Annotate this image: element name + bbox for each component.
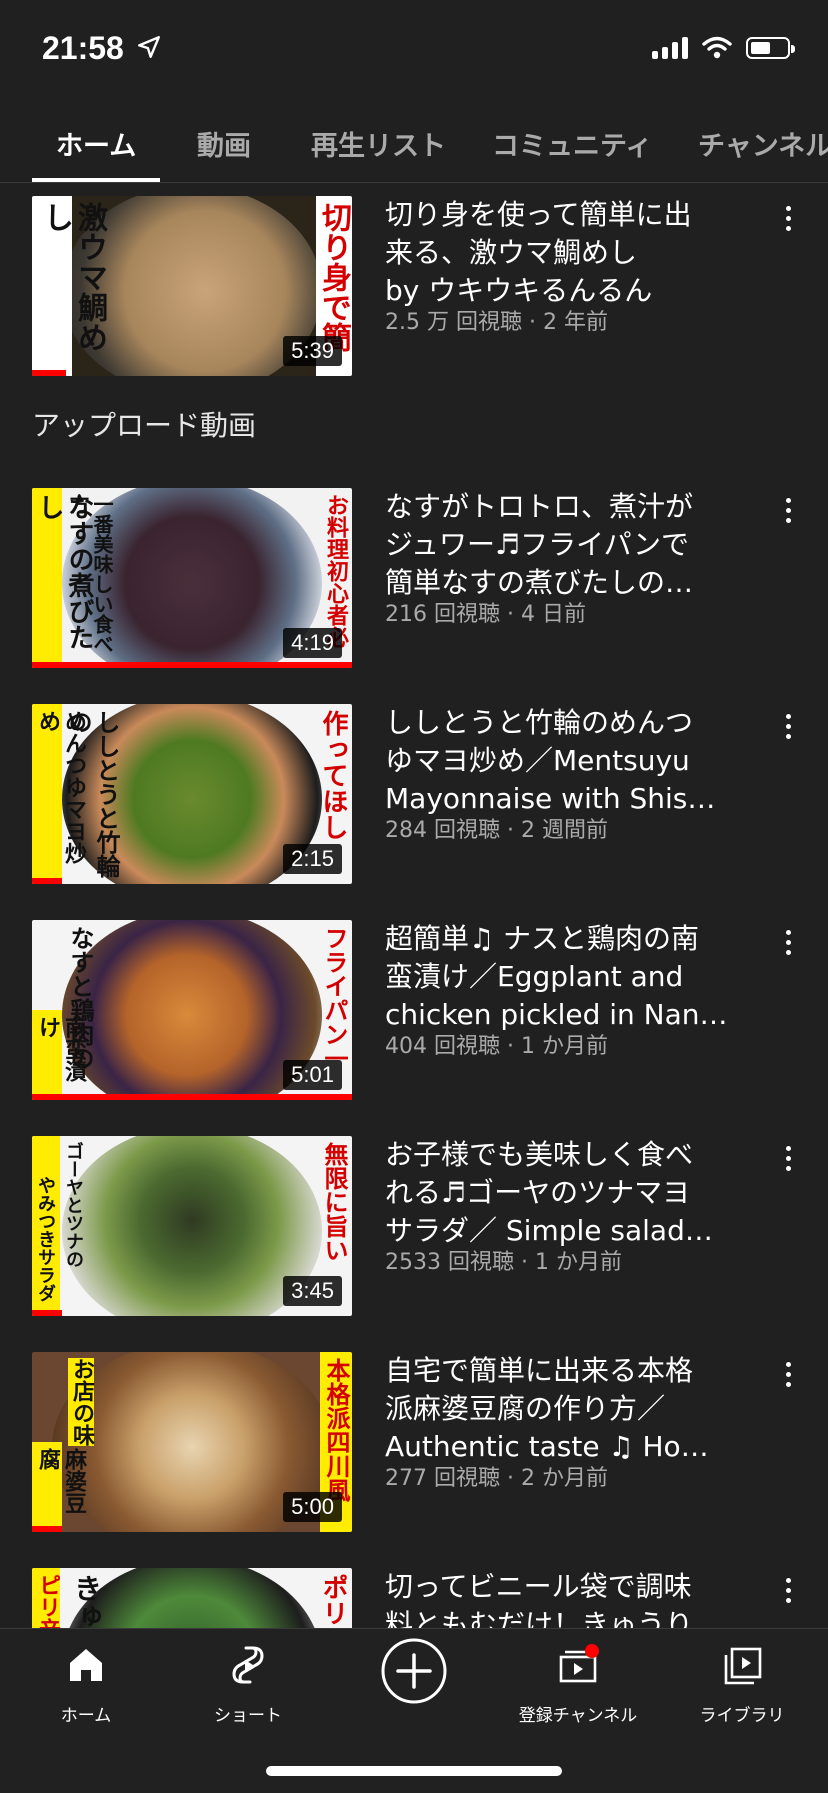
thumb-right-text: 本格派四川風 (322, 1358, 350, 1502)
thumb-left-subtext: なすと鶏肉の (66, 926, 94, 1070)
video-title[interactable]: 切り身を使って簡単に出 来る、激ウマ鯛めし by ウキウキるんるん (385, 196, 755, 310)
video-item[interactable]: なすの煮びたし 一番美味しい食べ方 お料理初心者必 4:19 なすがトロトロ、煮… (0, 488, 828, 668)
nav-label: ライブラリ (699, 1706, 785, 1726)
thumb-right-text: 切り身で簡 (316, 202, 351, 352)
video-duration: 3:45 (283, 1276, 342, 1306)
notification-dot (585, 1644, 599, 1658)
watch-progress-bar (32, 370, 66, 376)
thumb-right-text: お料理初心者必 (323, 494, 348, 648)
video-meta: 284 回視聴 · 2 週間前 (385, 818, 608, 843)
video-item[interactable]: やみつきサラダ ゴーヤとツナの 無限に旨い 3:45 お子様でも美味しく食べ れ… (0, 1136, 828, 1316)
thumb-right-text: フライパン一 (320, 926, 348, 1070)
tab-videos[interactable]: 動画 (197, 124, 251, 163)
more-options-icon[interactable] (778, 1146, 798, 1176)
library-icon (724, 1647, 762, 1685)
more-options-icon[interactable] (778, 498, 798, 528)
video-thumbnail[interactable]: 南蛮漬け なすと鶏肉の フライパン一 5:01 (32, 920, 352, 1100)
video-duration: 5:39 (283, 336, 342, 366)
video-thumbnail[interactable]: ピリ辛 きゅ ポリ (32, 1568, 352, 1628)
video-meta: 2533 回視聴 · 1 か月前 (385, 1250, 622, 1275)
watch-progress-bar (32, 878, 62, 884)
video-duration: 5:00 (283, 1492, 342, 1522)
video-meta: 216 回視聴 · 4 日前 (385, 602, 586, 627)
thumb-left-subtext: ししとうと竹輪の (64, 710, 120, 878)
video-thumbnail[interactable]: めんつゆマヨ炒め ししとうと竹輪の 作ってほし 2:15 (32, 704, 352, 884)
tab-community[interactable]: コミュニティ (492, 124, 652, 163)
featured-video[interactable]: 激ウマ鯛めし 切り身で簡 5:39 切り身を使って簡単に出 来る、激ウマ鯛めし … (0, 196, 828, 376)
watch-progress-bar (32, 1310, 62, 1316)
watch-progress-bar (32, 1094, 352, 1100)
nav-home[interactable]: ホーム (16, 1643, 156, 1726)
more-options-icon[interactable] (778, 1362, 798, 1392)
shorts-icon (232, 1646, 264, 1684)
nav-library[interactable]: ライブラリ (672, 1643, 812, 1726)
video-title[interactable]: ししとうと竹輪のめんつ ゆマヨ炒め／Mentsuyu Mayonnaise wi… (385, 704, 755, 818)
video-duration: 4:19 (283, 628, 342, 658)
nav-label: ショート (214, 1706, 282, 1726)
battery-icon (746, 37, 795, 59)
thumb-left-subtext: きゅ (70, 1574, 103, 1628)
active-tab-indicator (32, 178, 160, 182)
video-item[interactable]: めんつゆマヨ炒め ししとうと竹輪の 作ってほし 2:15 ししとうと竹輪のめんつ… (0, 704, 828, 884)
thumb-left-subtext: お店の味 (68, 1358, 94, 1446)
video-title[interactable]: 超簡単♫ ナスと鶏肉の南 蛮漬け／Eggplant and chicken pi… (385, 920, 755, 1034)
thumb-left-text: 激ウマ鯛めし (38, 202, 107, 352)
video-thumbnail[interactable]: 激ウマ鯛めし 切り身で簡 5:39 (32, 196, 352, 376)
video-item[interactable]: 麻婆豆腐 お店の味 本格派四川風 5:00 自宅で簡単に出来る本格 派麻婆豆腐の… (0, 1352, 828, 1532)
video-thumbnail[interactable]: なすの煮びたし 一番美味しい食べ方 お料理初心者必 4:19 (32, 488, 352, 668)
video-title[interactable]: 切ってビニール袋で調味 料ともむだけ！きゅうり (385, 1568, 755, 1628)
more-options-icon[interactable] (778, 930, 798, 960)
watch-progress-bar (32, 662, 352, 668)
thumb-left-text: ピリ辛 (35, 1574, 60, 1628)
video-title[interactable]: 自宅で簡単に出来る本格 派麻婆豆腐の作り方／ Authentic taste ♫… (385, 1352, 755, 1466)
subscriptions-icon (559, 1644, 599, 1683)
tab-channels[interactable]: チャンネル (698, 124, 828, 163)
nav-label: 登録チャンネル (518, 1706, 638, 1726)
home-icon (70, 1649, 102, 1681)
tab-home[interactable]: ホーム (56, 124, 136, 163)
tab-playlists[interactable]: 再生リスト (311, 124, 446, 163)
more-options-icon[interactable] (778, 714, 798, 744)
video-item[interactable]: 南蛮漬け なすと鶏肉の フライパン一 5:01 超簡単♫ ナスと鶏肉の南 蛮漬け… (0, 920, 828, 1100)
nav-subscriptions[interactable]: 登録チャンネル (508, 1643, 648, 1726)
video-meta: 2.5 万 回視聴 · 2 年前 (385, 310, 608, 335)
video-meta: 404 回視聴 · 1 か月前 (385, 1034, 608, 1059)
video-meta: 277 回視聴 · 2 か月前 (385, 1466, 608, 1491)
thumb-right-text: 作ってほし (318, 710, 348, 840)
more-options-icon[interactable] (778, 206, 798, 236)
status-indicators (652, 36, 795, 60)
thumb-right-text: ポリ (318, 1574, 348, 1626)
video-title[interactable]: なすがトロトロ、煮汁が ジュワー♬フライパンで 簡単なすの煮びたしの… (385, 488, 755, 602)
cellular-signal-icon (652, 37, 688, 59)
video-item[interactable]: ピリ辛 きゅ ポリ 切ってビニール袋で調味 料ともむだけ！きゅうり (0, 1568, 828, 1628)
video-title[interactable]: お子様でも美味しく食べ れる♬ゴーヤのツナマヨ サラダ／ Simple sala… (385, 1136, 755, 1250)
video-thumbnail[interactable]: 麻婆豆腐 お店の味 本格派四川風 5:00 (32, 1352, 352, 1532)
video-thumbnail[interactable]: やみつきサラダ ゴーヤとツナの 無限に旨い 3:45 (32, 1136, 352, 1316)
video-duration: 5:01 (283, 1060, 342, 1090)
nav-shorts[interactable]: ショート (178, 1643, 318, 1726)
status-bar: 21:58 (0, 0, 828, 96)
nav-create[interactable] (344, 1637, 484, 1709)
thumb-right-text: 無限に旨い (320, 1142, 348, 1262)
location-arrow-icon (138, 36, 160, 58)
video-duration: 2:15 (283, 844, 342, 874)
status-time: 21:58 (42, 30, 124, 66)
more-options-icon[interactable] (778, 1578, 798, 1608)
create-icon (381, 1638, 447, 1704)
wifi-icon (702, 36, 732, 59)
thumb-left-subtext: 一番美味しい食べ方 (66, 494, 114, 654)
watch-progress-bar (32, 1526, 62, 1532)
channel-tabs: ホーム 動画 再生リスト コミュニティ チャンネル (0, 106, 828, 183)
home-indicator[interactable] (266, 1766, 562, 1776)
thumb-left-text: 麻婆豆腐 (35, 1448, 86, 1514)
nav-label: ホーム (60, 1706, 112, 1726)
section-title: アップロード動画 (32, 409, 257, 442)
thumb-left-text: やみつきサラダ (35, 1176, 56, 1302)
thumb-left-subtext: ゴーヤとツナの (63, 1142, 84, 1268)
